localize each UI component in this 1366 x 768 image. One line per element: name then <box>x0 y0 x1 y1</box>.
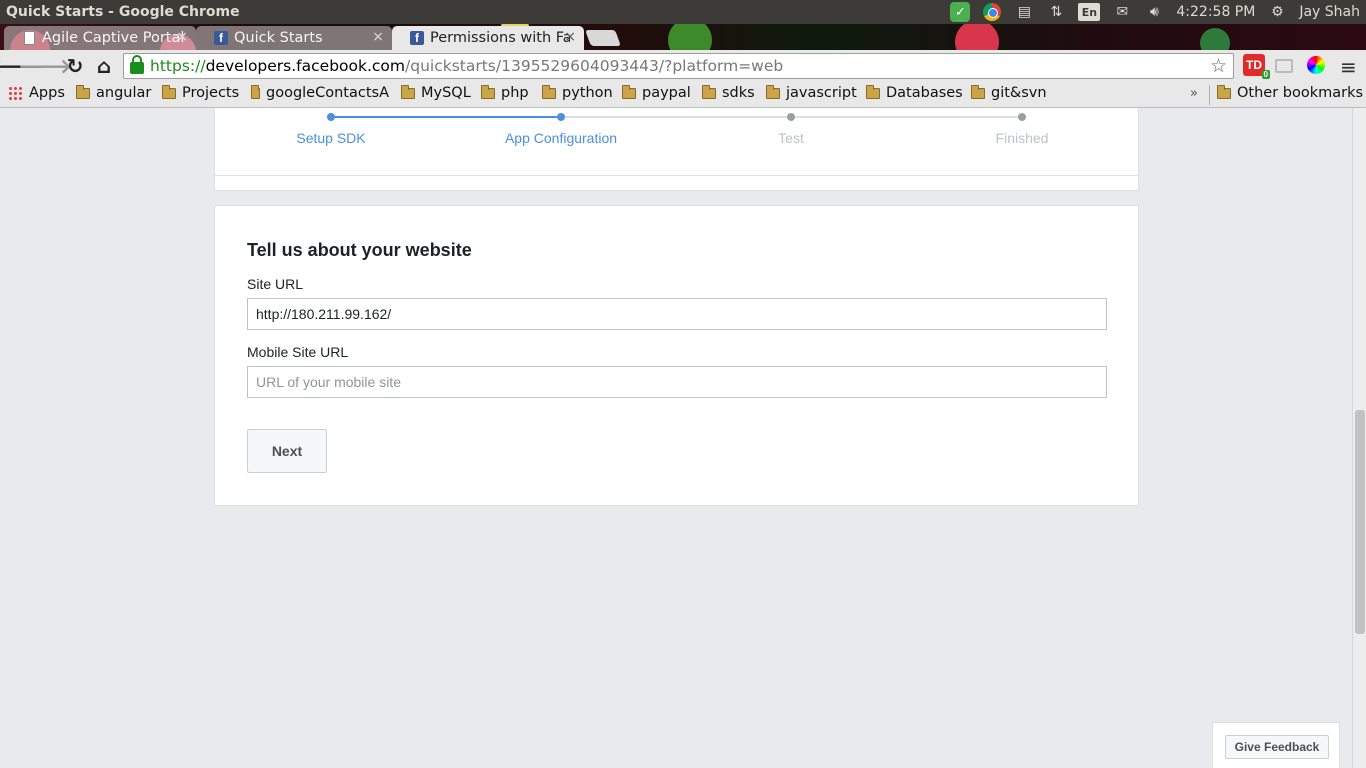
step-label-test: Test <box>778 130 804 146</box>
theme-decoration <box>1200 28 1230 50</box>
bookmark-star-icon[interactable]: ☆ <box>1210 55 1227 77</box>
bookmark-folder-python[interactable]: python <box>542 84 613 101</box>
step-dot-setup-sdk <box>327 113 335 121</box>
reload-icon[interactable]: ↻ <box>61 52 89 80</box>
bookmarks-bar: Apps angular Projects googleContactsA My… <box>0 82 1366 108</box>
clock[interactable]: 4:22:58 PM <box>1176 4 1255 20</box>
close-icon[interactable]: × <box>564 29 576 45</box>
bookmark-folder-php[interactable]: php <box>481 84 529 101</box>
progress-stepper: Setup SDK App Configuration Test Finishe… <box>214 108 1139 176</box>
more-bookmarks-chevron[interactable]: » <box>1190 86 1198 101</box>
bookmark-folder-git-svn[interactable]: git&svn <box>971 84 1047 101</box>
card-footer-strip <box>214 176 1139 191</box>
bookmark-divider <box>1209 85 1210 105</box>
check-icon[interactable]: ✓ <box>950 2 971 22</box>
step-label-setup-sdk[interactable]: Setup SDK <box>296 130 365 146</box>
mobile-site-url-label: Mobile Site URL <box>247 344 349 360</box>
step-label-app-configuration[interactable]: App Configuration <box>505 130 617 146</box>
system-tray: ✓ ▤ ⇅ En ✉ 🔊︎ 4:22:58 PM ⚙ Jay Shah <box>950 0 1360 24</box>
tab-quick-starts[interactable]: f Quick Starts × <box>196 26 392 50</box>
bookmark-apps[interactable]: Apps <box>8 85 65 101</box>
page-scrollbar[interactable] <box>1352 108 1366 768</box>
folder-icon <box>766 84 780 99</box>
bookmark-folder-javascript[interactable]: javascript <box>766 84 857 101</box>
close-icon[interactable]: × <box>372 29 384 45</box>
close-icon[interactable]: × <box>176 29 188 45</box>
gear-icon[interactable]: ⚙ <box>1267 3 1287 21</box>
folder-icon <box>76 84 90 99</box>
extension-badge: 0 <box>1261 70 1270 79</box>
todoist-extension-icon[interactable]: TD 0 <box>1243 54 1270 79</box>
feedback-panel: Give Feedback <box>1212 722 1340 768</box>
theme-decoration <box>955 24 999 50</box>
page-content: Setup SDK App Configuration Test Finishe… <box>0 108 1352 768</box>
apps-grid-icon <box>8 86 22 100</box>
address-bar[interactable]: https:// developers.facebook.com /quicks… <box>123 53 1234 79</box>
folder-icon <box>542 84 556 99</box>
bookmark-folder-googlecontacts[interactable]: googleContactsA <box>251 85 389 101</box>
theme-decoration <box>668 24 712 50</box>
url-scheme: https:// <box>150 57 206 75</box>
browser-toolbar: 🡐 🡒 ↻ ⌂ https:// developers.facebook.com… <box>0 50 1366 82</box>
volume-icon[interactable]: 🔊︎ <box>1144 3 1164 21</box>
keyboard-icon[interactable]: ▤ <box>1014 3 1034 21</box>
tab-strip: Agile Captive Portal × f Quick Starts × … <box>0 24 1366 50</box>
tab-permissions[interactable]: f Permissions with Fa × <box>392 26 584 50</box>
site-url-input[interactable] <box>247 298 1107 330</box>
chrome-tray-icon[interactable] <box>982 3 1002 21</box>
bookmark-folder-paypal[interactable]: paypal <box>622 84 691 101</box>
url-host: developers.facebook.com <box>205 57 406 75</box>
color-picker-icon[interactable] <box>1307 56 1325 74</box>
step-dot-finished <box>1018 113 1026 121</box>
bookmark-folder-angular[interactable]: angular <box>76 84 151 101</box>
page-icon <box>22 31 36 45</box>
folder-icon <box>622 84 636 99</box>
folder-icon <box>866 84 880 99</box>
step-dot-app-configuration <box>557 113 565 121</box>
os-top-panel: Quick Starts - Google Chrome ✓ ▤ ⇅ En ✉ … <box>0 0 1366 24</box>
url-path: /quickstarts/1395529604093443/?platform=… <box>405 57 784 75</box>
new-tab-button[interactable] <box>585 30 621 46</box>
forward-icon[interactable]: 🡒 <box>18 52 72 80</box>
network-icon[interactable]: ⇅ <box>1046 3 1066 21</box>
form-title: Tell us about your website <box>247 240 472 260</box>
facebook-icon: f <box>214 31 228 45</box>
website-form-card: Tell us about your website Site URL Mobi… <box>214 205 1139 506</box>
folder-icon <box>251 85 260 99</box>
mobile-site-url-input[interactable] <box>247 366 1107 398</box>
folder-icon <box>162 84 176 99</box>
bookmark-folder-mysql[interactable]: MySQL <box>401 84 471 101</box>
site-url-label: Site URL <box>247 276 304 292</box>
menu-icon[interactable]: ≡ <box>1340 55 1357 79</box>
user-name[interactable]: Jay Shah <box>1299 4 1360 20</box>
folder-icon <box>401 84 415 99</box>
give-feedback-button[interactable]: Give Feedback <box>1225 735 1329 759</box>
cast-icon[interactable] <box>1275 59 1293 73</box>
bookmark-folder-databases[interactable]: Databases <box>866 84 963 101</box>
facebook-icon: f <box>410 31 424 45</box>
bookmark-other-bookmarks[interactable]: Other bookmarks <box>1217 84 1363 101</box>
step-label-finished: Finished <box>995 130 1049 146</box>
tab-agile-captive-portal[interactable]: Agile Captive Portal × <box>4 26 196 50</box>
home-icon[interactable]: ⌂ <box>90 52 118 80</box>
folder-icon <box>702 84 716 99</box>
window-title: Quick Starts - Google Chrome <box>6 4 240 20</box>
folder-icon <box>1217 84 1231 99</box>
scrollbar-thumb[interactable] <box>1355 410 1365 634</box>
mail-icon[interactable]: ✉ <box>1112 3 1132 21</box>
next-button[interactable]: Next <box>247 429 327 473</box>
bookmark-folder-sdks[interactable]: sdks <box>702 84 755 101</box>
folder-icon <box>481 84 495 99</box>
folder-icon <box>971 84 985 99</box>
bookmark-folder-projects[interactable]: Projects <box>162 84 239 101</box>
step-dot-test <box>787 113 795 121</box>
lock-icon <box>130 54 144 74</box>
step-connector-complete <box>331 116 561 118</box>
language-indicator[interactable]: En <box>1078 3 1101 21</box>
